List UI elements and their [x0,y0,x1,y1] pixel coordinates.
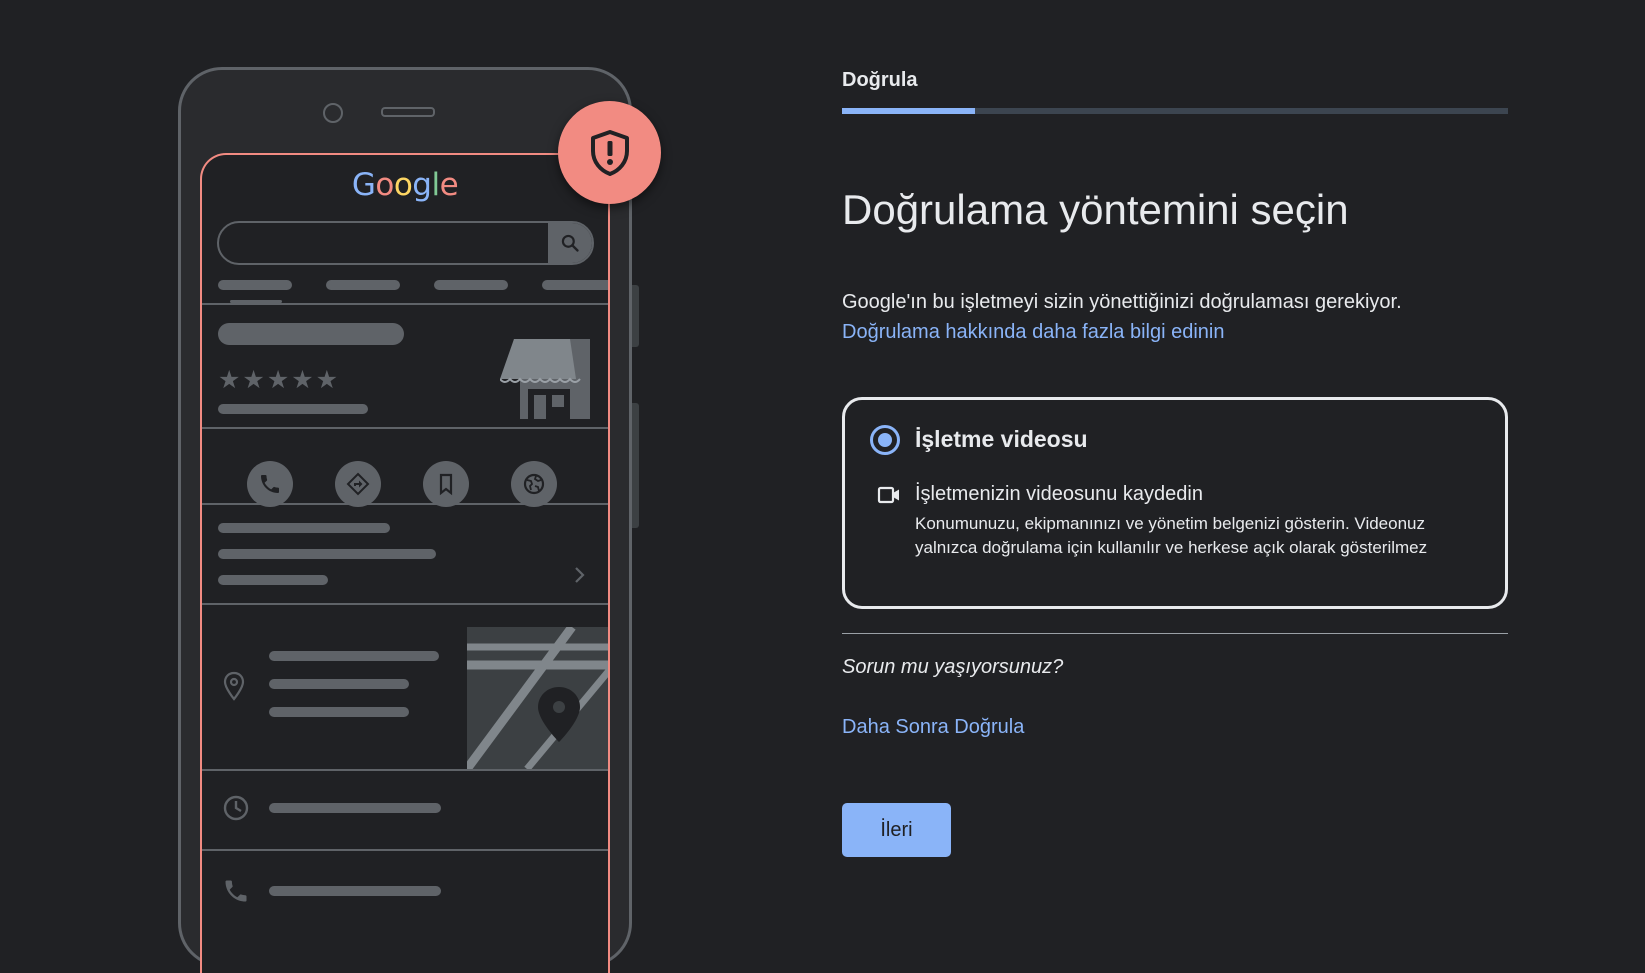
placeholder-line [269,886,441,896]
phone-illustration: Google ★★★★★ [178,67,639,973]
placeholder-line [218,549,436,559]
illustration-directions-button [335,461,381,507]
phone-side-button [632,285,639,347]
option-subtitle: İşletmenizin videosunu kaydedin [915,483,1203,505]
trouble-text: Sorun mu yaşıyorsunuz? [842,656,1064,678]
placeholder-line [269,651,439,661]
learn-more-link[interactable]: Doğrulama hakkında daha fazla bilgi edin… [842,321,1224,344]
placeholder-line [269,679,409,689]
phone-icon [225,880,247,902]
placeholder-tab [542,280,608,290]
clock-icon [223,795,249,821]
illustration-search-button [548,223,592,263]
globe-icon [523,473,545,495]
placeholder-line [218,575,328,585]
phone-camera [323,103,343,123]
phone-speaker [381,107,435,117]
directions-icon [346,472,370,496]
illustration-website-button [511,461,557,507]
placeholder-line [269,707,409,717]
step-label: Doğrula [842,69,918,91]
next-button[interactable]: İleri [842,803,951,857]
option-title: İşletme videosu [915,426,1088,452]
location-pin-icon [223,671,245,701]
bookmark-icon [439,473,453,496]
section-divider [842,633,1508,634]
video-camera-icon [877,486,899,504]
placeholder-tab [434,280,508,290]
divider [202,427,608,429]
illustration-save-button [423,461,469,507]
chevron-right-icon [575,567,585,583]
rating-stars: ★★★★★ [218,366,341,394]
placeholder-tab [218,280,292,290]
phone-icon [261,475,279,493]
radio-selected-dot [878,433,892,447]
divider [202,503,608,505]
phone-screen: Google ★★★★★ [200,153,610,973]
phone-side-button [632,403,639,528]
illustration-call-button [247,461,293,507]
shield-alert-icon [591,130,629,176]
placeholder-line [218,404,368,414]
illustration-map [467,627,608,769]
divider [202,603,608,605]
option-description: Konumunuzu, ekipmanınızı ve yönetim belg… [915,514,1428,557]
placeholder-business-name [218,323,404,345]
verification-option-card[interactable]: İşletme videosu İşletmenizin videosunu k… [842,397,1508,609]
store-icon [500,339,590,419]
illustration-search-bar [217,221,594,265]
map-pin-icon [538,687,580,742]
verification-badge [558,101,661,204]
verify-later-link[interactable]: Daha Sonra Doğrula [842,716,1024,739]
divider [202,849,608,851]
google-logo: Google [351,167,459,203]
option-radio[interactable] [870,425,900,455]
divider [202,769,608,771]
progress-bar-fill [842,108,976,114]
progress-bar [842,108,1508,114]
search-icon [561,234,579,252]
placeholder-tab [326,280,400,290]
divider [202,303,608,305]
placeholder-line [269,803,441,813]
verification-description: Google'ın bu işletmeyi sizin yönettiğini… [842,291,1402,313]
placeholder-line [218,523,390,533]
page-title: Doğrulama yöntemini seçin [842,186,1349,233]
